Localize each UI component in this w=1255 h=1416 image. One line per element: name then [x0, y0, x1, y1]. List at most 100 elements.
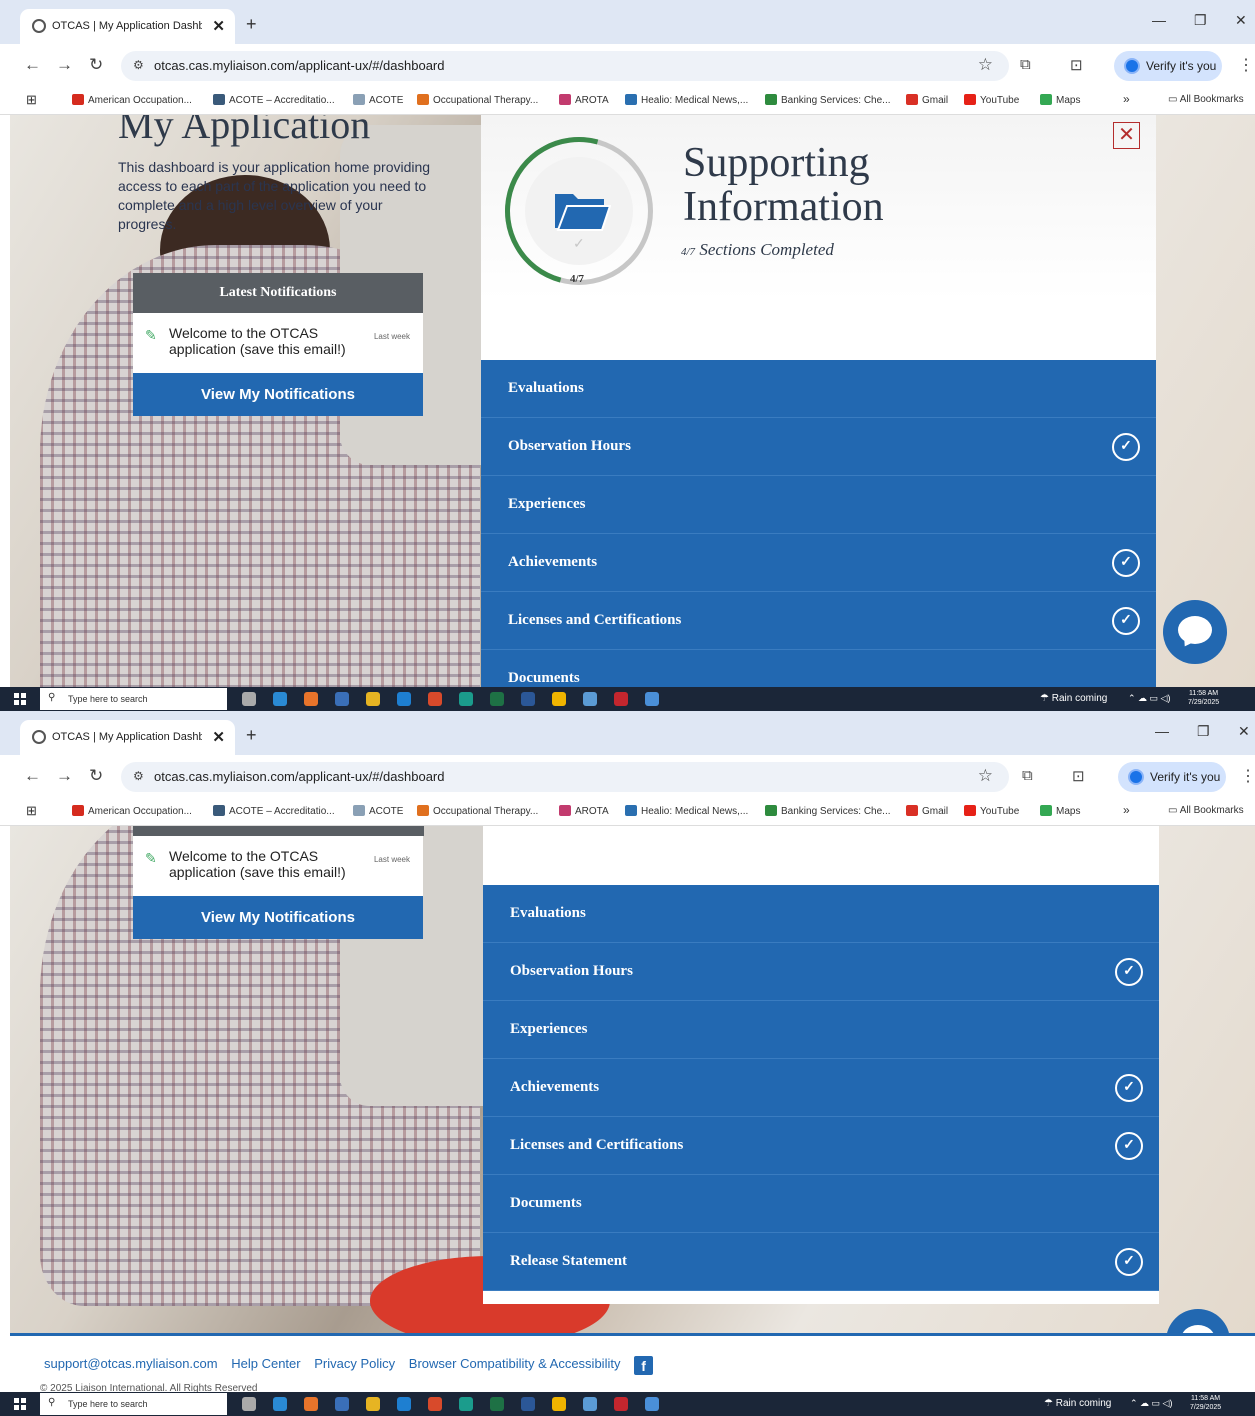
taskbar-app-icon[interactable]	[397, 1397, 411, 1411]
restore-icon[interactable]: ❐	[1194, 12, 1207, 29]
taskbar-app-icon[interactable]	[242, 692, 256, 706]
taskbar-app-icon[interactable]	[335, 1397, 349, 1411]
panel-close-button[interactable]: ✕	[1113, 122, 1140, 149]
apps-grid-icon[interactable]: ⊞	[26, 92, 37, 108]
section-row[interactable]: Release Statement ✓	[483, 1233, 1159, 1291]
section-row[interactable]: Documents	[483, 1175, 1159, 1233]
view-notifications-button[interactable]: View My Notifications	[133, 896, 423, 939]
taskbar-app-icon[interactable]	[490, 692, 504, 706]
taskbar-app-icon[interactable]	[273, 692, 287, 706]
help-center-link[interactable]: Help Center	[231, 1356, 300, 1371]
bookmark-item[interactable]: Occupational Therapy...	[417, 805, 538, 817]
reload-icon[interactable]: ↻	[89, 766, 103, 786]
bookmark-item[interactable]: Occupational Therapy...	[417, 94, 538, 106]
browser-tab[interactable]: OTCAS | My Application Dashboard ✕	[20, 720, 235, 755]
reload-icon[interactable]: ↻	[89, 55, 103, 75]
window-close-icon[interactable]: ✕	[1235, 12, 1247, 29]
bookmark-item[interactable]: Maps	[1040, 94, 1080, 106]
tab-search-icon[interactable]: ⊡	[1072, 767, 1085, 785]
section-row[interactable]: Observation Hours ✓	[483, 943, 1159, 1001]
bookmark-item[interactable]: Gmail	[906, 805, 948, 817]
restore-icon[interactable]: ❐	[1197, 723, 1210, 740]
taskbar-app-icon[interactable]	[645, 1397, 659, 1411]
taskbar-app-icon[interactable]	[242, 1397, 256, 1411]
weather-widget[interactable]: ☂ Rain coming	[1044, 1398, 1111, 1409]
bookmark-item[interactable]: YouTube	[964, 805, 1019, 817]
tab-close-icon[interactable]: ✕	[212, 17, 225, 35]
taskbar-clock[interactable]: 11:58 AM 7/29/2025	[1188, 689, 1219, 707]
forward-icon[interactable]: →	[56, 55, 73, 75]
section-row[interactable]: Observation Hours ✓	[481, 418, 1156, 476]
extensions-icon[interactable]: ⧉	[1022, 767, 1033, 784]
bookmark-item[interactable]: AROTA	[559, 94, 609, 106]
system-tray-icons[interactable]: ⌃ ☁ ▭ ◁)	[1128, 693, 1170, 704]
view-notifications-button[interactable]: View My Notifications	[133, 373, 423, 416]
taskbar-search[interactable]: ⚲ Type here to search	[40, 688, 227, 710]
section-row[interactable]: Licenses and Certifications ✓	[481, 592, 1156, 650]
bookmark-item[interactable]: AROTA	[559, 805, 609, 817]
taskbar-app-icon[interactable]	[583, 692, 597, 706]
windows-start-icon[interactable]	[14, 693, 26, 705]
minimize-icon[interactable]: —	[1155, 723, 1169, 739]
taskbar-clock[interactable]: 11:58 AM 7/29/2025	[1190, 1394, 1221, 1412]
more-bookmarks-button[interactable]: »	[1123, 803, 1130, 817]
bookmark-star-icon[interactable]: ☆	[978, 55, 993, 75]
privacy-policy-link[interactable]: Privacy Policy	[314, 1356, 395, 1371]
notification-item[interactable]: ✎ Welcome to the OTCAS application (save…	[133, 836, 423, 896]
profile-verify-button[interactable]: Verify it's you	[1118, 762, 1226, 792]
notification-item[interactable]: ✎ Welcome to the OTCAS application (save…	[133, 313, 423, 373]
section-row[interactable]: Licenses and Certifications ✓	[483, 1117, 1159, 1175]
taskbar-app-icon[interactable]	[521, 692, 535, 706]
taskbar-search[interactable]: ⚲ Type here to search	[40, 1393, 227, 1415]
taskbar-app-icon[interactable]	[645, 692, 659, 706]
profile-verify-button[interactable]: Verify it's you	[1114, 51, 1222, 81]
forward-icon[interactable]: →	[56, 766, 73, 786]
taskbar-app-icon[interactable]	[614, 692, 628, 706]
site-info-icon[interactable]: ⚙	[133, 58, 144, 72]
new-tab-button[interactable]: +	[246, 14, 257, 35]
section-row[interactable]: Evaluations	[483, 885, 1159, 943]
tab-search-icon[interactable]: ⊡	[1070, 56, 1083, 74]
bookmark-item[interactable]: ACOTE	[353, 805, 403, 817]
bookmark-item[interactable]: Healio: Medical News,...	[625, 805, 748, 817]
bookmark-item[interactable]: ACOTE – Accreditatio...	[213, 805, 335, 817]
minimize-icon[interactable]: —	[1152, 12, 1166, 28]
tab-close-icon[interactable]: ✕	[212, 728, 225, 746]
taskbar-app-icon[interactable]	[583, 1397, 597, 1411]
bookmark-item[interactable]: American Occupation...	[72, 94, 192, 106]
taskbar-app-icon[interactable]	[428, 692, 442, 706]
section-row[interactable]: Achievements ✓	[483, 1059, 1159, 1117]
extensions-icon[interactable]: ⧉	[1020, 56, 1031, 73]
section-row[interactable]: Experiences	[481, 476, 1156, 534]
all-bookmarks-button[interactable]: ▭ All Bookmarks	[1168, 805, 1244, 816]
bookmark-item[interactable]: Gmail	[906, 94, 948, 106]
support-email-link[interactable]: support@otcas.myliaison.com	[44, 1356, 218, 1371]
bookmark-item[interactable]: Banking Services: Che...	[765, 805, 891, 817]
browser-tab[interactable]: OTCAS | My Application Dashboard ✕	[20, 9, 235, 44]
back-icon[interactable]: ←	[24, 766, 41, 786]
bookmark-item[interactable]: Maps	[1040, 805, 1080, 817]
taskbar-app-icon[interactable]	[614, 1397, 628, 1411]
bookmark-item[interactable]: Healio: Medical News,...	[625, 94, 748, 106]
taskbar-app-icon[interactable]	[273, 1397, 287, 1411]
taskbar-app-icon[interactable]	[521, 1397, 535, 1411]
site-info-icon[interactable]: ⚙	[133, 769, 144, 783]
chat-button[interactable]	[1163, 600, 1227, 664]
section-row[interactable]: Evaluations	[481, 360, 1156, 418]
url-bar[interactable]: ⚙ otcas.cas.myliaison.com/applicant-ux/#…	[121, 51, 1009, 81]
browser-compat-link[interactable]: Browser Compatibility & Accessibility	[409, 1356, 621, 1371]
bookmark-item[interactable]: ACOTE – Accreditatio...	[213, 94, 335, 106]
taskbar-app-icon[interactable]	[335, 692, 349, 706]
weather-widget[interactable]: ☂ Rain coming	[1040, 693, 1107, 704]
taskbar-app-icon[interactable]	[304, 1397, 318, 1411]
section-row[interactable]: Documents	[481, 650, 1156, 687]
taskbar-app-icon[interactable]	[304, 692, 318, 706]
taskbar-app-icon[interactable]	[397, 692, 411, 706]
windows-start-icon[interactable]	[14, 1398, 26, 1410]
new-tab-button[interactable]: +	[246, 725, 257, 746]
bookmark-item[interactable]: Banking Services: Che...	[765, 94, 891, 106]
apps-grid-icon[interactable]: ⊞	[26, 803, 37, 819]
system-tray-icons[interactable]: ⌃ ☁ ▭ ◁)	[1130, 1398, 1172, 1409]
taskbar-app-icon[interactable]	[490, 1397, 504, 1411]
bookmark-item[interactable]: American Occupation...	[72, 805, 192, 817]
